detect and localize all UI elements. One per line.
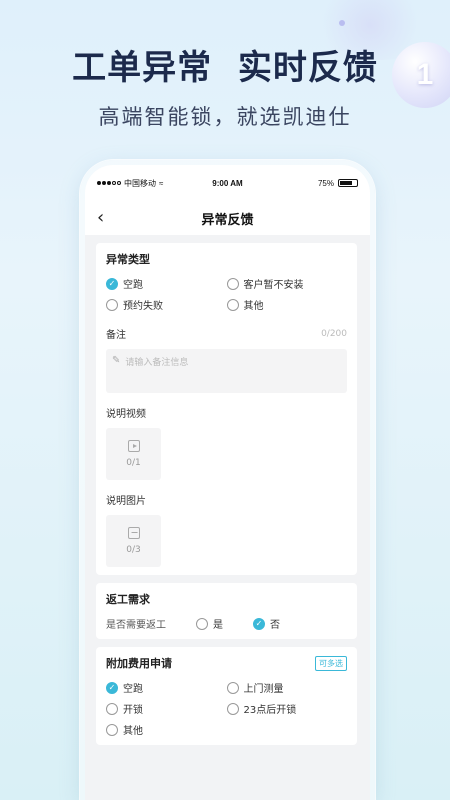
remark-header: 备注 0/200 <box>106 326 347 342</box>
option-label: 空跑 <box>123 684 143 695</box>
remark-placeholder: 请输入备注信息 <box>125 358 189 368</box>
promo-subline: 高端智能锁，就选凯迪仕 <box>98 105 352 129</box>
video-icon <box>127 440 140 452</box>
exception-option-customer-postpone[interactable]: 客户暂不安装 <box>226 276 348 291</box>
checked-radio-icon: ✓ <box>106 277 118 290</box>
exception-type-title: 异常类型 <box>106 253 150 266</box>
fee-card: 附加费用申请 可多选 ✓ 空跑 上门测量 开锁 23点后开锁 其他 <box>96 647 357 745</box>
fee-option-other[interactable]: 其他 <box>106 722 227 737</box>
rework-option-no[interactable]: ✓ 否 <box>253 616 280 631</box>
fee-option-late-unlock[interactable]: 23点后开锁 <box>226 701 348 716</box>
battery-percent: 75% <box>317 178 334 188</box>
checked-radio-icon: ✓ <box>106 681 118 694</box>
exception-card: 异常类型 ✓ 空跑 客户暂不安装 预约失败 其他 备注 0/200 ✎ 请输入备… <box>96 243 357 575</box>
signal-icon <box>97 181 121 185</box>
checked-radio-icon: ✓ <box>253 617 265 630</box>
video-upload-button[interactable]: 0/1 <box>106 428 161 480</box>
option-label: 23点后开锁 <box>243 705 297 716</box>
fee-option-onsite-measure[interactable]: 上门测量 <box>226 680 348 695</box>
option-label: 其他 <box>243 301 264 312</box>
video-count: 0/1 <box>126 458 141 468</box>
rework-row: 是否需要返工 是 ✓ 否 <box>106 616 347 631</box>
radio-icon <box>106 298 118 311</box>
radio-icon <box>196 617 208 630</box>
battery-fill <box>339 181 352 185</box>
rework-question: 是否需要返工 <box>106 620 166 631</box>
remark-input[interactable]: ✎ 请输入备注信息 <box>106 349 347 393</box>
fee-options: ✓ 空跑 上门测量 开锁 23点后开锁 其他 <box>106 680 347 737</box>
remark-label: 备注 <box>106 330 126 341</box>
option-label: 是 <box>213 620 223 631</box>
nav-bar: ‹ 异常反馈 <box>85 201 370 235</box>
radio-icon <box>226 681 239 694</box>
option-label: 其他 <box>123 726 143 737</box>
radio-icon <box>106 723 118 736</box>
fee-option-unlock[interactable]: 开锁 <box>106 701 227 716</box>
phone-screen: 中国移动 ≈ 9:00 AM 75% ‹ 异常反馈 异常类型 ✓ 空跑 客户暂不… <box>85 165 370 800</box>
option-label: 上门测量 <box>243 684 284 695</box>
battery-icon <box>337 179 358 187</box>
phone-mockup: 中国移动 ≈ 9:00 AM 75% ‹ 异常反馈 异常类型 ✓ 空跑 客户暂不… <box>80 160 375 800</box>
multi-select-badge: 可多选 <box>315 655 347 671</box>
radio-icon <box>226 277 239 290</box>
status-time: 9:00 AM <box>212 178 243 188</box>
remark-counter: 0/200 <box>321 328 347 339</box>
fee-card-header: 附加费用申请 可多选 <box>106 655 347 671</box>
image-label: 说明图片 <box>106 496 146 507</box>
rework-option-yes[interactable]: 是 <box>196 616 223 631</box>
decorative-dot <box>339 20 345 26</box>
image-icon <box>127 527 140 539</box>
video-label: 说明视频 <box>106 409 146 420</box>
image-upload-button[interactable]: 0/3 <box>106 515 161 567</box>
promo-headline: 工单异常 实时反馈 <box>72 48 378 88</box>
chevron-left-icon[interactable]: ‹ <box>97 209 104 227</box>
rework-card: 返工需求 是否需要返工 是 ✓ 否 <box>96 583 357 639</box>
radio-icon <box>106 702 118 715</box>
image-count: 0/3 <box>126 545 141 555</box>
exception-options: ✓ 空跑 客户暂不安装 预约失败 其他 <box>106 276 347 312</box>
fee-title: 附加费用申请 <box>106 657 172 670</box>
exception-option-other[interactable]: 其他 <box>226 297 348 312</box>
option-label: 预约失败 <box>123 301 163 312</box>
option-label: 空跑 <box>123 280 143 291</box>
carrier-name: 中国移动 <box>124 178 156 188</box>
exception-option-empty-run[interactable]: ✓ 空跑 <box>106 276 227 291</box>
exception-option-appointment-failed[interactable]: 预约失败 <box>106 297 227 312</box>
status-left: 中国移动 ≈ <box>97 178 187 189</box>
status-bar: 中国移动 ≈ 9:00 AM 75% <box>85 165 370 201</box>
option-label: 客户暂不安装 <box>243 280 304 291</box>
wifi-icon: ≈ <box>159 178 164 188</box>
page-title: 异常反馈 <box>201 212 254 228</box>
option-label: 否 <box>270 620 280 631</box>
radio-icon <box>226 298 239 311</box>
fee-option-empty-run[interactable]: ✓ 空跑 <box>106 680 227 695</box>
radio-icon <box>226 702 239 715</box>
status-right: 75% <box>268 179 358 188</box>
rework-title: 返工需求 <box>106 593 150 606</box>
option-label: 开锁 <box>123 705 143 716</box>
pencil-icon: ✎ <box>112 355 121 366</box>
